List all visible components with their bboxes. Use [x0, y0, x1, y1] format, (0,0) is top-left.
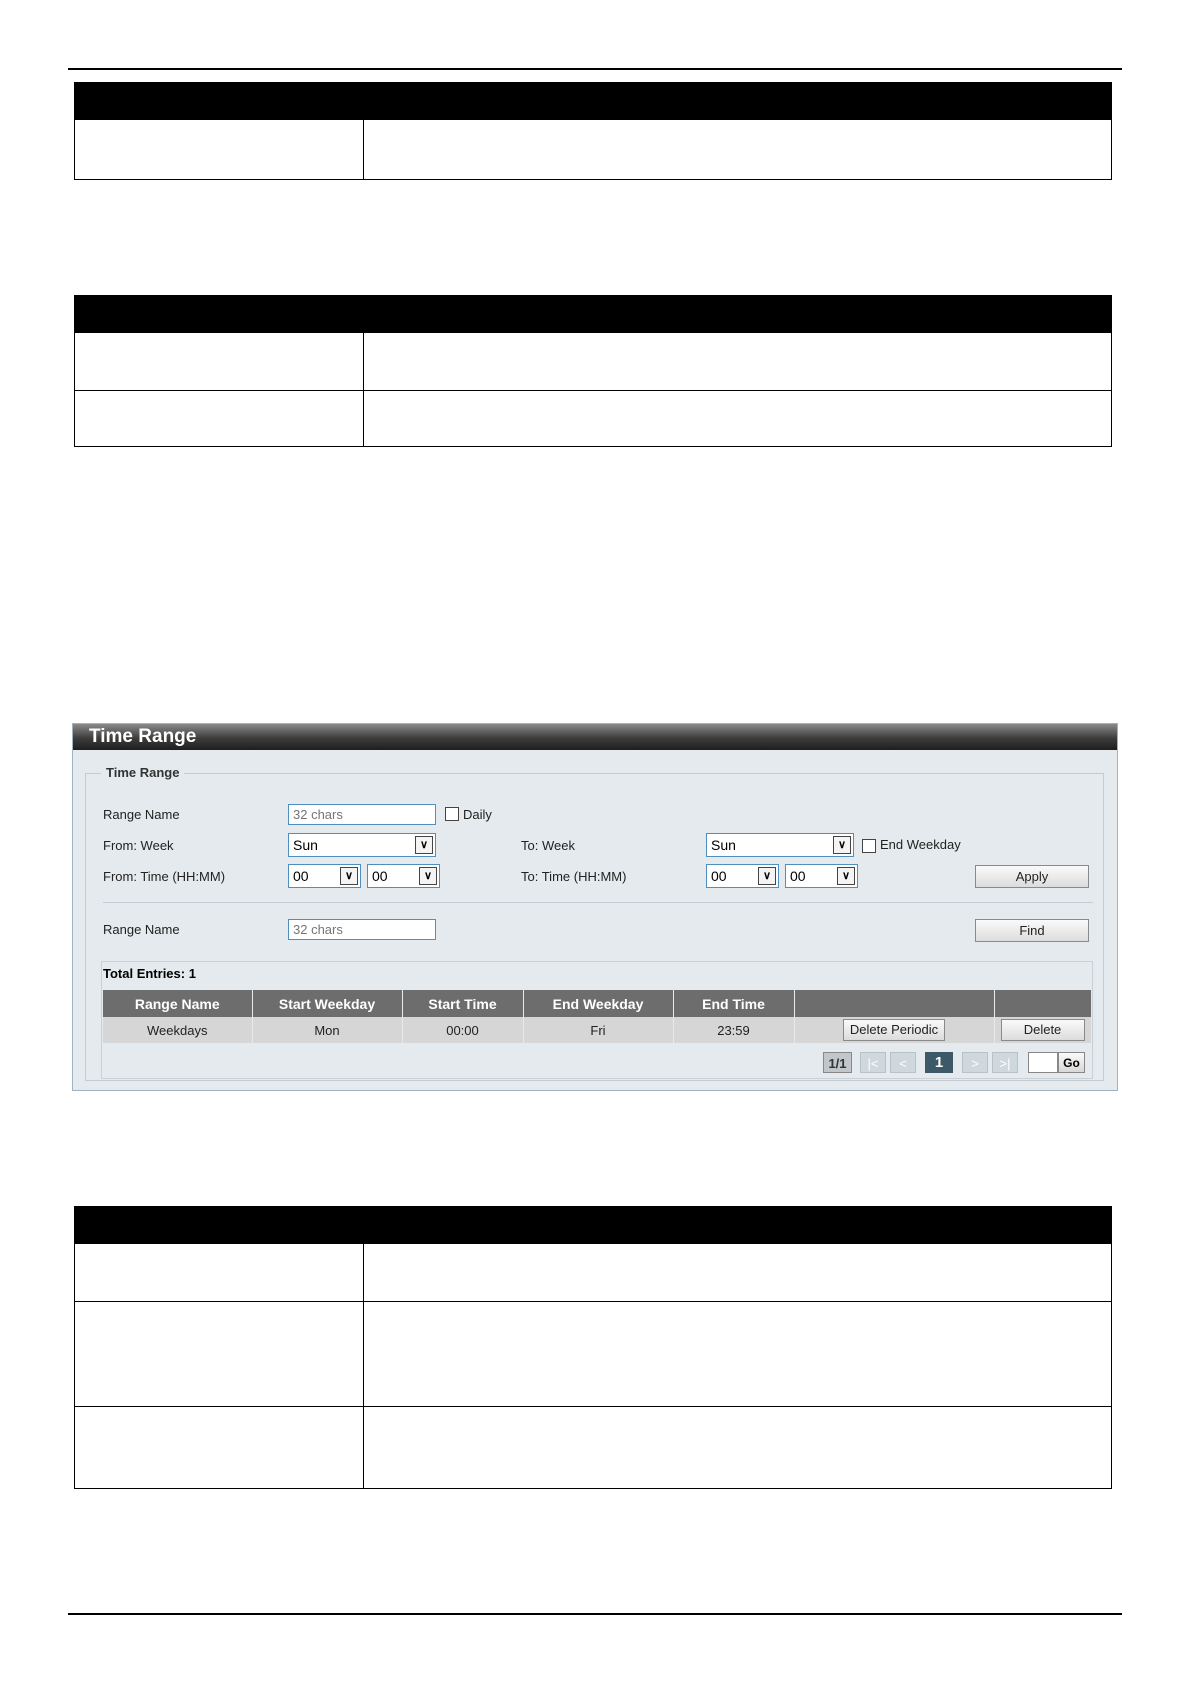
daily-checkbox[interactable] — [445, 807, 459, 821]
to-hour-value: 00 — [711, 868, 727, 884]
column-header: Start Weekday — [252, 990, 403, 1017]
from-hour-select[interactable]: 00 ∨ — [288, 864, 361, 888]
header-rule — [68, 68, 1122, 70]
panel-title: Time Range — [73, 724, 1117, 750]
footer-rule — [68, 1613, 1122, 1615]
last-page-button[interactable]: >| — [992, 1052, 1018, 1073]
table-cell — [363, 119, 1112, 180]
table-cell — [74, 390, 364, 447]
table-cell — [74, 1243, 364, 1302]
to-time-label: To: Time (HH:MM) — [521, 869, 627, 884]
chevron-down-icon: ∨ — [340, 867, 358, 885]
fieldset-legend: Time Range — [101, 765, 185, 780]
time-range-table: Range Name Start Weekday Start Time End … — [103, 990, 1092, 1043]
from-minute-value: 00 — [372, 868, 388, 884]
table-row: Weekdays Mon 00:00 Fri 23:59 Delete Peri… — [103, 1017, 1092, 1043]
table-header-cell — [363, 82, 1112, 120]
to-minute-select[interactable]: 00 ∨ — [785, 864, 858, 888]
first-page-button[interactable]: |< — [860, 1052, 886, 1073]
table-header-cell — [363, 1206, 1112, 1244]
to-week-select[interactable]: Sun ∨ — [706, 833, 854, 857]
from-week-value: Sun — [293, 837, 318, 853]
cell-delete: Delete — [994, 1017, 1092, 1043]
from-week-label: From: Week — [103, 838, 174, 853]
table-header-cell — [363, 295, 1112, 333]
divider — [103, 902, 1093, 903]
cell-end-weekday: Fri — [523, 1017, 674, 1043]
doc-table-3 — [74, 1206, 1112, 1489]
chevron-down-icon: ∨ — [419, 867, 437, 885]
table-cell — [74, 119, 364, 180]
table-header-cell — [74, 82, 364, 120]
from-hour-value: 00 — [293, 868, 309, 884]
cell-range-name: Weekdays — [103, 1017, 253, 1043]
table-header-cell — [74, 1206, 364, 1244]
chevron-down-icon: ∨ — [758, 867, 776, 885]
to-week-label: To: Week — [521, 838, 575, 853]
next-page-button[interactable]: > — [962, 1052, 988, 1073]
doc-table-1 — [74, 82, 1112, 180]
apply-button[interactable]: Apply — [975, 865, 1089, 888]
column-header: Start Time — [402, 990, 524, 1017]
total-entries: Total Entries: 1 — [103, 966, 196, 981]
find-range-name-input[interactable] — [288, 919, 436, 940]
column-header — [994, 990, 1092, 1017]
doc-table-2 — [74, 295, 1112, 447]
table-cell — [74, 1406, 364, 1489]
time-range-panel: Time Range Time Range Range Name Daily F… — [72, 723, 1118, 1091]
page-number-input[interactable] — [1028, 1052, 1058, 1073]
cell-start-time: 00:00 — [402, 1017, 524, 1043]
table-cell — [363, 332, 1112, 391]
column-header: End Time — [673, 990, 795, 1017]
table-cell — [74, 332, 364, 391]
from-minute-select[interactable]: 00 ∨ — [367, 864, 440, 888]
table-cell — [74, 1301, 364, 1407]
chevron-down-icon: ∨ — [833, 836, 851, 854]
range-name-label: Range Name — [103, 807, 180, 822]
column-header: End Weekday — [523, 990, 674, 1017]
table-cell — [363, 1406, 1112, 1489]
find-range-name-label: Range Name — [103, 922, 180, 937]
end-weekday-checbox[interactable] — [862, 839, 876, 853]
cell-start-weekday: Mon — [252, 1017, 403, 1043]
to-week-value: Sun — [711, 837, 736, 853]
table-cell — [363, 1301, 1112, 1407]
to-hour-select[interactable]: 00 ∨ — [706, 864, 779, 888]
cell-end-time: 23:59 — [673, 1017, 795, 1043]
cell-delete-periodic: Delete Periodic — [794, 1017, 995, 1043]
column-header — [794, 990, 995, 1017]
prev-page-button[interactable]: < — [890, 1052, 916, 1073]
from-week-select[interactable]: Sun ∨ — [288, 833, 436, 857]
chevron-down-icon: ∨ — [837, 867, 855, 885]
find-button[interactable]: Find — [975, 919, 1089, 942]
delete-periodic-button[interactable]: Delete Periodic — [843, 1019, 945, 1041]
to-minute-value: 00 — [790, 868, 806, 884]
go-button[interactable]: Go — [1058, 1052, 1085, 1073]
table-cell — [363, 1243, 1112, 1302]
table-cell — [363, 390, 1112, 447]
table-header-cell — [74, 295, 364, 333]
column-header: Range Name — [103, 990, 253, 1017]
chevron-down-icon: ∨ — [415, 836, 433, 854]
daily-label: Daily — [463, 807, 492, 822]
current-page[interactable]: 1 — [925, 1052, 953, 1073]
range-name-input[interactable] — [288, 804, 436, 825]
delete-button[interactable]: Delete — [1000, 1019, 1085, 1041]
end-weekday-label: End Weekday — [880, 837, 961, 852]
from-time-label: From: Time (HH:MM) — [103, 869, 226, 884]
page-info: 1/1 — [823, 1052, 852, 1073]
